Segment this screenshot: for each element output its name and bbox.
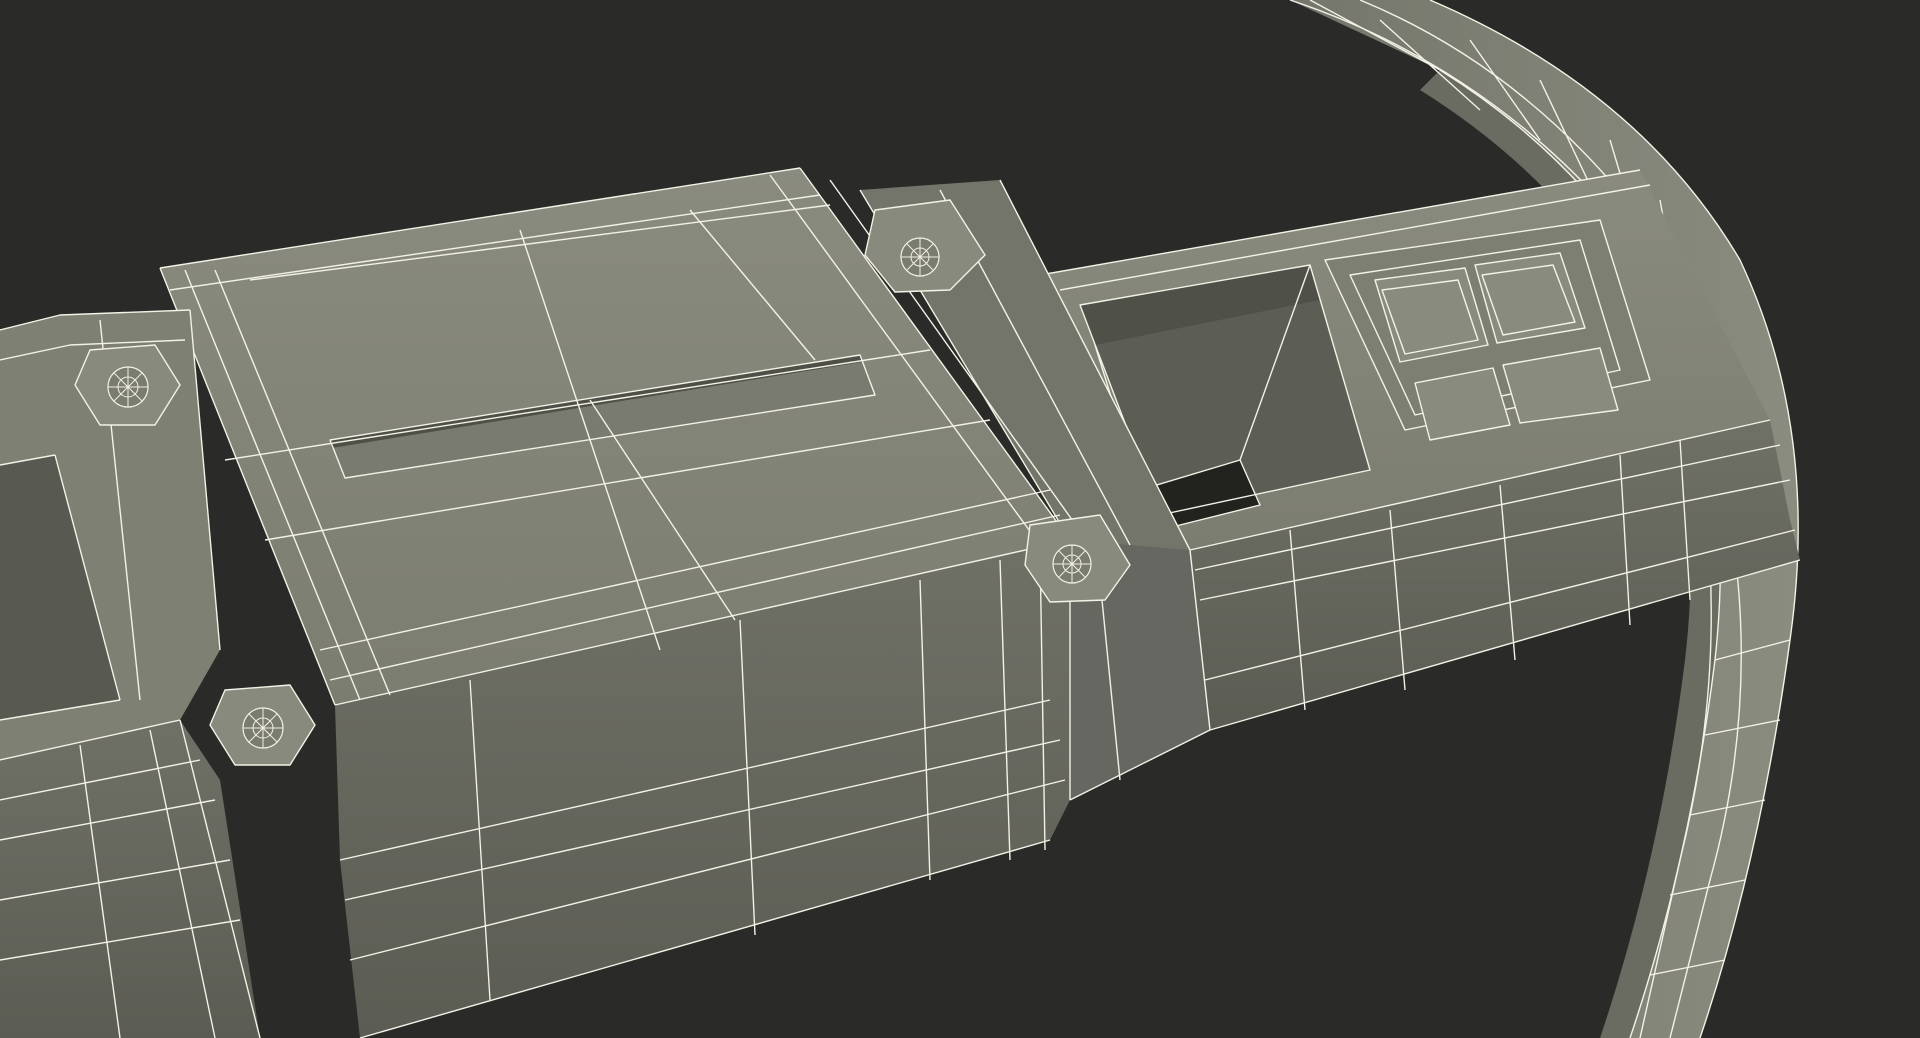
render-viewport [0,0,1920,1038]
wireframe-render [0,0,1920,1038]
